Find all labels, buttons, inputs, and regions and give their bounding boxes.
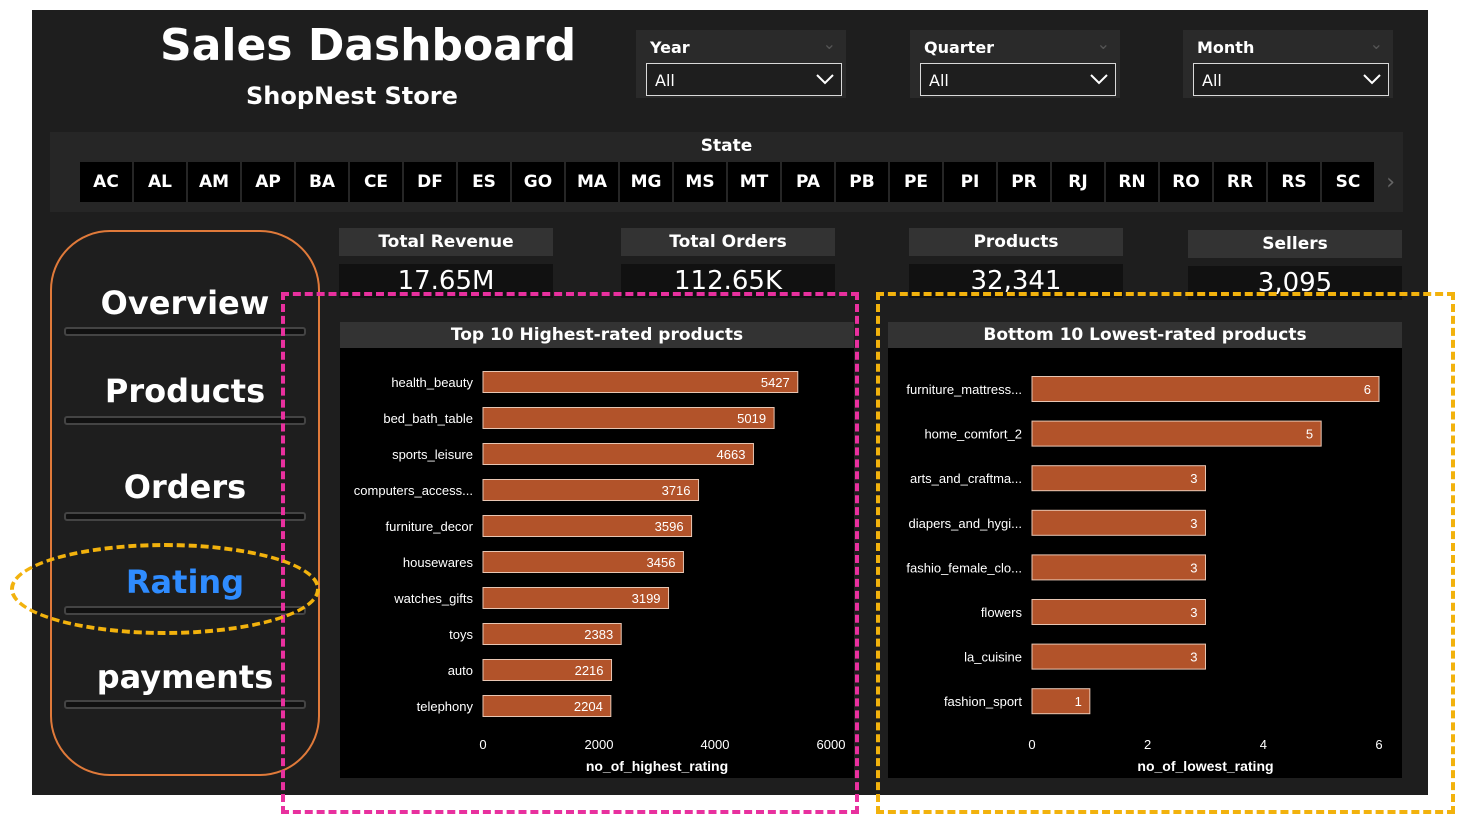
kpi-label: Products [909, 228, 1123, 256]
nav-orders[interactable]: Orders [50, 468, 320, 506]
kpi-products: Products 32,341 [909, 228, 1123, 298]
month-dropdown[interactable]: All [1193, 63, 1389, 96]
state-chip-go[interactable]: GO [512, 162, 564, 202]
kpi-sellers: Sellers 3,095 [1188, 230, 1402, 300]
nav-overview[interactable]: Overview [50, 284, 320, 322]
highlight-top-rated [281, 292, 859, 814]
highlight-rating-nav [10, 543, 320, 635]
chevron-down-icon [1090, 74, 1108, 85]
state-chip-ms[interactable]: MS [674, 162, 726, 202]
page-subtitle: ShopNest Store [246, 82, 458, 110]
kpi-total-orders: Total Orders 112.65K [621, 228, 835, 298]
state-slicer-label: State [700, 136, 753, 156]
state-chip-rn[interactable]: RN [1106, 162, 1158, 202]
state-chip-pi[interactable]: PI [944, 162, 996, 202]
highlight-lowest-rated [876, 292, 1455, 814]
state-chip-al[interactable]: AL [134, 162, 186, 202]
state-chip-am[interactable]: AM [188, 162, 240, 202]
chevron-down-icon [1363, 74, 1381, 85]
nav-orders-bar [64, 512, 306, 521]
state-chip-pe[interactable]: PE [890, 162, 942, 202]
nav-overview-bar [64, 327, 306, 336]
state-chip-ba[interactable]: BA [296, 162, 348, 202]
state-chip-ma[interactable]: MA [566, 162, 618, 202]
kpi-label: Sellers [1188, 230, 1402, 258]
state-chip-rj[interactable]: RJ [1052, 162, 1104, 202]
state-chip-ac[interactable]: AC [80, 162, 132, 202]
state-chip-pb[interactable]: PB [836, 162, 888, 202]
chevron-right-icon[interactable]: › [1386, 170, 1395, 195]
kpi-label: Total Revenue [339, 228, 553, 256]
nav-products[interactable]: Products [50, 372, 320, 410]
page-title: Sales Dashboard [160, 20, 577, 71]
year-filter[interactable]: Year ⌄ All [636, 30, 846, 98]
quarter-dropdown[interactable]: All [920, 63, 1116, 96]
state-chip-list: AC AL AM AP BA CE DF ES GO MA MG MS MT PA PB PE PI PR RJ RN… [80, 162, 1374, 202]
chevron-down-icon [816, 74, 834, 85]
state-chip-rs[interactable]: RS [1268, 162, 1320, 202]
year-dropdown[interactable]: All [646, 63, 842, 96]
state-chip-es[interactable]: ES [458, 162, 510, 202]
state-chip-df[interactable]: DF [404, 162, 456, 202]
state-chip-ro[interactable]: RO [1160, 162, 1212, 202]
chevron-down-icon: ⌄ [1369, 34, 1383, 53]
month-filter[interactable]: Month ⌄ All [1183, 30, 1393, 98]
quarter-filter-label: Quarter [924, 38, 995, 57]
state-chip-mg[interactable]: MG [620, 162, 672, 202]
nav-payments-bar [64, 700, 306, 709]
chevron-down-icon: ⌄ [1096, 34, 1110, 53]
state-chip-rr[interactable]: RR [1214, 162, 1266, 202]
state-slicer: State AC AL AM AP BA CE DF ES GO MA MG MS MT PA PB PE PI… [50, 132, 1403, 212]
year-filter-label: Year [650, 38, 690, 57]
kpi-label: Total Orders [621, 228, 835, 256]
state-chip-pa[interactable]: PA [782, 162, 834, 202]
quarter-filter[interactable]: Quarter ⌄ All [910, 30, 1120, 98]
nav-products-bar [64, 416, 306, 425]
chevron-down-icon: ⌄ [822, 34, 836, 53]
quarter-dropdown-value: All [929, 71, 949, 90]
kpi-total-revenue: Total Revenue 17.65M [339, 228, 553, 298]
month-dropdown-value: All [1202, 71, 1222, 90]
state-chip-sc[interactable]: SC [1322, 162, 1374, 202]
state-chip-ce[interactable]: CE [350, 162, 402, 202]
nav-payments[interactable]: payments [50, 658, 320, 696]
year-dropdown-value: All [655, 71, 675, 90]
state-chip-mt[interactable]: MT [728, 162, 780, 202]
month-filter-label: Month [1197, 38, 1255, 57]
state-chip-ap[interactable]: AP [242, 162, 294, 202]
state-chip-pr[interactable]: PR [998, 162, 1050, 202]
